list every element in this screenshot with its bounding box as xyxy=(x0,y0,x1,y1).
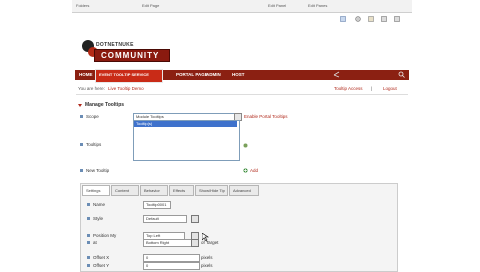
tab-show-hide[interactable]: Show/Hide Tip xyxy=(195,185,228,196)
name-value: Tooltip0001 xyxy=(146,202,167,207)
control-panel-bar: Folders Edit Page Edit Panel Edit Panes xyxy=(72,0,412,13)
tab-content[interactable]: Content xyxy=(111,185,139,196)
control-folders[interactable]: Folders xyxy=(76,3,89,8)
style-select[interactable]: Default xyxy=(143,215,187,223)
help-icon[interactable] xyxy=(87,203,90,206)
control-edit-page[interactable]: Edit Page xyxy=(142,3,159,8)
style-label: Style xyxy=(93,216,104,221)
position-label: Position My xyxy=(93,233,117,238)
offset-x-input[interactable]: 0 xyxy=(143,254,200,262)
nav-item-portal-page[interactable]: PORTAL PAGE xyxy=(176,72,208,77)
tab-advanced-label: Advanced xyxy=(233,188,251,193)
control-edit-panes[interactable]: Edit Panes xyxy=(308,3,327,8)
position-value: Top Left xyxy=(146,233,161,238)
offset-x-unit: pixels xyxy=(201,255,213,260)
nav-item-event-tooltip[interactable]: EVENT TOOLTIP SERVICE xyxy=(99,72,149,77)
logo-bar: COMMUNITY xyxy=(94,49,170,62)
control-edit-panel[interactable]: Edit Panel xyxy=(268,3,286,8)
breadcrumb-prefix: You are here: xyxy=(78,86,105,91)
page-icon-2[interactable] xyxy=(368,16,374,22)
offset-y-unit: pixels xyxy=(201,263,213,268)
tab-advanced[interactable]: Advanced xyxy=(229,185,259,196)
logo-text-top: DOTNETNUKE xyxy=(96,42,134,48)
help-icon[interactable] xyxy=(87,264,90,267)
offset-x-label: Offset X xyxy=(93,255,110,260)
tab-effects-label: Effects xyxy=(173,188,186,193)
tab-behavior[interactable]: Behavior xyxy=(140,185,168,196)
breadcrumb-link-logout[interactable]: Logout xyxy=(383,86,397,91)
help-icon[interactable] xyxy=(80,115,83,118)
tooltips-label: Tooltips xyxy=(86,142,102,147)
offset-x-value: 0 xyxy=(146,255,149,260)
gear-icon[interactable] xyxy=(355,16,361,22)
style-value: Default xyxy=(146,216,159,221)
at-dropdown-arrow[interactable] xyxy=(191,239,199,247)
tooltip-settings-panel xyxy=(80,183,398,272)
tab-settings[interactable]: Settings xyxy=(82,185,110,196)
help-icon[interactable] xyxy=(87,234,90,237)
nav-item-host[interactable]: HOST xyxy=(232,72,245,77)
tab-behavior-label: Behavior xyxy=(144,188,160,193)
nav-item-admin[interactable]: ADMIN xyxy=(206,72,221,77)
new-tooltip-label: New Tooltip xyxy=(86,168,110,173)
mouse-cursor-icon xyxy=(201,232,209,242)
enable-portal-link[interactable]: Enable Portal Tooltips xyxy=(244,114,287,119)
offset-y-value: 0 xyxy=(146,263,149,268)
search-icon[interactable] xyxy=(398,71,405,78)
add-icon[interactable] xyxy=(243,168,248,173)
scope-label: Scope xyxy=(86,114,99,119)
at-value: Bottom Right xyxy=(146,240,170,245)
scope-option-selected[interactable]: Tooltip(s) xyxy=(134,121,237,127)
add-link[interactable]: Add xyxy=(250,168,258,173)
breadcrumb-link-access[interactable]: Tooltip Access xyxy=(334,86,363,91)
collapse-icon[interactable] xyxy=(78,103,82,107)
help-icon[interactable] xyxy=(87,217,90,220)
page-icon-3[interactable] xyxy=(381,16,387,22)
tab-show-hide-label: Show/Hide Tip xyxy=(199,188,225,193)
nav-item-home[interactable]: HOME xyxy=(79,72,93,77)
page-icon-1[interactable] xyxy=(340,16,346,22)
offset-y-label: Offset Y xyxy=(93,263,110,268)
help-icon[interactable] xyxy=(80,143,83,146)
edit-icon[interactable] xyxy=(243,143,248,148)
help-icon[interactable] xyxy=(87,241,90,244)
scope-option-label: Tooltip(s) xyxy=(136,121,153,126)
at-label: at xyxy=(93,240,97,245)
name-input[interactable]: Tooltip0001 xyxy=(143,201,171,209)
tab-settings-label: Settings xyxy=(86,188,101,193)
offset-y-input[interactable]: 0 xyxy=(143,262,200,270)
page-icon-4[interactable] xyxy=(394,16,400,22)
section-title: Manage Tooltips xyxy=(85,102,125,108)
scope-value: Module Tooltips xyxy=(136,114,164,119)
tab-content-label: Content xyxy=(115,188,130,193)
share-icon[interactable] xyxy=(333,71,340,78)
at-select[interactable]: Bottom Right xyxy=(143,239,193,247)
breadcrumb-current[interactable]: Live Tooltip Demo xyxy=(108,86,144,91)
style-dropdown-arrow[interactable] xyxy=(191,215,199,223)
name-label: Name xyxy=(93,202,106,207)
divider xyxy=(76,94,408,95)
help-icon[interactable] xyxy=(87,256,90,259)
help-icon[interactable] xyxy=(80,169,83,172)
tab-effects[interactable]: Effects xyxy=(169,185,194,196)
logo-text-bottom: COMMUNITY xyxy=(101,51,160,60)
